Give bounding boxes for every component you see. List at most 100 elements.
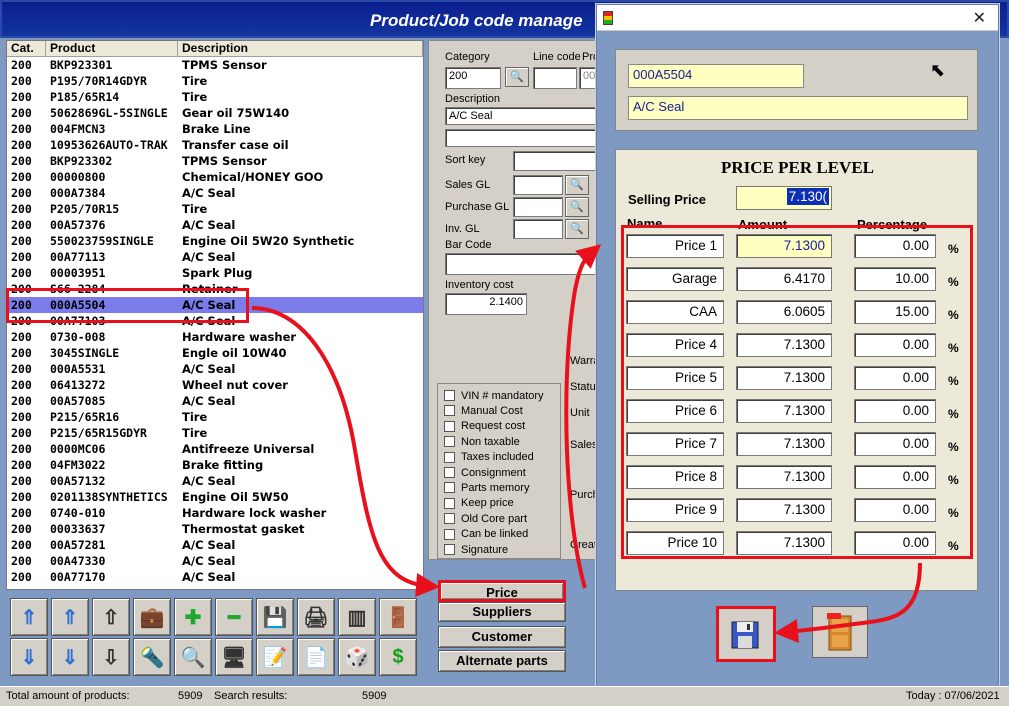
- toolbar-button-down-arrow[interactable]: ⇩: [92, 638, 130, 676]
- checkbox-parts-memory[interactable]: Parts memory: [444, 480, 529, 495]
- price-level-amount[interactable]: 6.0605: [736, 300, 832, 324]
- table-row[interactable]: 200 3045SINGLE Engle oil 10W40: [7, 345, 423, 361]
- price-level-amount[interactable]: 7.1300: [736, 531, 832, 555]
- sales-gl-input[interactable]: [513, 175, 563, 195]
- checkbox-box[interactable]: [444, 482, 455, 494]
- price-button[interactable]: Price: [438, 580, 566, 602]
- checkbox-consignment[interactable]: Consignment: [444, 465, 526, 480]
- table-row[interactable]: 200 00A57376 A/C Seal: [7, 217, 423, 233]
- table-row[interactable]: 200 00A47330 A/C Seal: [7, 553, 423, 569]
- toolbar-button-notes[interactable]: 📝: [256, 638, 294, 676]
- table-row[interactable]: 200 P185/65R14 Tire: [7, 89, 423, 105]
- price-level-percentage[interactable]: 0.00: [854, 234, 936, 258]
- header-description[interactable]: Description: [178, 41, 423, 56]
- toolbar-button-search-flashlight[interactable]: 🔦: [133, 638, 171, 676]
- checkbox-box[interactable]: [444, 390, 455, 401]
- table-row[interactable]: 200 00A77113 A/C Seal: [7, 249, 423, 265]
- table-row[interactable]: 200 06413272 Wheel nut cover: [7, 377, 423, 393]
- toolbar-button-monitor[interactable]: 🖥: [215, 638, 253, 676]
- price-level-amount[interactable]: 7.1300: [736, 498, 832, 522]
- sales-gl-lookup-button[interactable]: 🔍: [565, 175, 589, 195]
- toolbar-button-first-record[interactable]: ⇑: [10, 598, 48, 636]
- table-row[interactable]: 200 00A77103 A/C Seal: [7, 313, 423, 329]
- toolbar-button-briefcase[interactable]: 💼: [133, 598, 171, 636]
- inv-gl-input[interactable]: [513, 219, 563, 239]
- price-level-amount[interactable]: 6.4170: [736, 267, 832, 291]
- sort-key-input[interactable]: [513, 151, 599, 171]
- checkbox-box[interactable]: [444, 497, 455, 509]
- product-code-field[interactable]: 000A5504: [628, 64, 804, 88]
- price-level-name[interactable]: Garage: [626, 267, 724, 291]
- price-level-name[interactable]: Price 6: [626, 399, 724, 423]
- price-level-name[interactable]: CAA: [626, 300, 724, 324]
- toolbar-button-blank-doc[interactable]: 📄: [297, 638, 335, 676]
- toolbar-button-remove[interactable]: ━: [215, 598, 253, 636]
- checkbox-box[interactable]: [444, 405, 455, 417]
- checkbox-non-taxable[interactable]: Non taxable: [444, 434, 520, 449]
- table-row[interactable]: 200 P215/65R16 Tire: [7, 409, 423, 425]
- checkbox-manual-cost[interactable]: Manual Cost: [444, 403, 523, 418]
- suppliers-button[interactable]: Suppliers: [438, 602, 566, 622]
- price-level-amount[interactable]: 7.1300: [736, 465, 832, 489]
- purchase-gl-lookup-button[interactable]: 🔍: [565, 197, 589, 217]
- price-level-name[interactable]: Price 9: [626, 498, 724, 522]
- price-level-name[interactable]: Price 1: [626, 234, 724, 258]
- table-row[interactable]: 200 P205/70R15 Tire: [7, 201, 423, 217]
- checkbox-can-be-linked[interactable]: Can be linked: [444, 527, 528, 542]
- price-level-percentage[interactable]: 0.00: [854, 432, 936, 456]
- bar-code-input[interactable]: [445, 253, 599, 275]
- table-row[interactable]: 200 00003951 Spark Plug: [7, 265, 423, 281]
- toolbar-button-last-record[interactable]: ⇓: [10, 638, 48, 676]
- description2-input[interactable]: [445, 129, 599, 147]
- toolbar-button-zoom[interactable]: 🔍: [174, 638, 212, 676]
- purchase-gl-input[interactable]: [513, 197, 563, 217]
- toolbar-button-barcode[interactable]: ▥: [338, 598, 376, 636]
- price-level-amount[interactable]: 7.1300: [736, 333, 832, 357]
- table-row[interactable]: 200 BKP923302 TPMS Sensor: [7, 153, 423, 169]
- alternate-parts-button[interactable]: Alternate parts: [438, 650, 566, 672]
- toolbar-button-dollar[interactable]: $: [379, 638, 417, 676]
- checkbox-box[interactable]: [444, 544, 455, 555]
- price-level-amount[interactable]: 7.1300: [736, 399, 832, 423]
- toolbar-button-save[interactable]: 💾: [256, 598, 294, 636]
- toolbar-button-add[interactable]: ✚: [174, 598, 212, 636]
- product-list[interactable]: Cat. Product Description 200 BKP923301 TPM…: [6, 40, 424, 590]
- table-row[interactable]: 200 0000MC06 Antifreeze Universal: [7, 441, 423, 457]
- toolbar-button-exit[interactable]: 🚪: [379, 598, 417, 636]
- price-level-amount[interactable]: 7.1300: [736, 234, 832, 258]
- checkbox-box[interactable]: [444, 451, 455, 463]
- price-level-percentage[interactable]: 0.00: [854, 498, 936, 522]
- product-description-field[interactable]: A/C Seal: [628, 96, 968, 120]
- category-input[interactable]: 200: [445, 67, 501, 89]
- checkbox-vin-mandatory[interactable]: VIN # mandatory: [444, 388, 544, 403]
- header-cat[interactable]: Cat.: [7, 41, 46, 56]
- checkbox-old-core-part[interactable]: Old Core part: [444, 511, 527, 526]
- table-row[interactable]: 200 04FM3022 Brake fitting: [7, 457, 423, 473]
- price-level-percentage[interactable]: 0.00: [854, 333, 936, 357]
- table-row[interactable]: 200 004FMCN3 Brake Line: [7, 121, 423, 137]
- toolbar-button-printer[interactable]: 🖨: [297, 598, 335, 636]
- save-button[interactable]: [716, 606, 776, 662]
- table-row[interactable]: 200 P215/65R15GDYR Tire: [7, 425, 423, 441]
- table-row[interactable]: 200 5062869GL-5SINGLE Gear oil 75W140: [7, 105, 423, 121]
- toolbar-button-next-page[interactable]: ⇓: [51, 638, 89, 676]
- price-level-name[interactable]: Price 5: [626, 366, 724, 390]
- table-row[interactable]: 200 000A5531 A/C Seal: [7, 361, 423, 377]
- price-level-name[interactable]: Price 10: [626, 531, 724, 555]
- table-row[interactable]: 200 000A5504 A/C Seal: [7, 297, 423, 313]
- close-icon[interactable]: ✕: [973, 8, 986, 28]
- checkbox-request-cost[interactable]: Request cost: [444, 419, 525, 434]
- line-code-input[interactable]: [533, 67, 577, 89]
- price-level-percentage[interactable]: 15.00: [854, 300, 936, 324]
- table-row[interactable]: 200 0730-008 Hardware washer: [7, 329, 423, 345]
- table-row[interactable]: 200 00033637 Thermostat gasket: [7, 521, 423, 537]
- table-row[interactable]: 200 BKP923301 TPMS Sensor: [7, 57, 423, 73]
- price-level-amount[interactable]: 7.1300: [736, 366, 832, 390]
- checkbox-signature[interactable]: Signature: [444, 542, 508, 557]
- toolbar-button-up-arrow[interactable]: ⇧: [92, 598, 130, 636]
- price-level-percentage[interactable]: 0.00: [854, 531, 936, 555]
- customer-button[interactable]: Customer: [438, 626, 566, 648]
- table-row[interactable]: 200 P195/70R14GDYR Tire: [7, 73, 423, 89]
- table-row[interactable]: 200 10953626AUTO-TRAK Transfer case oil: [7, 137, 423, 153]
- table-row[interactable]: 200 0201138SYNTHETICS Engine Oil 5W50: [7, 489, 423, 505]
